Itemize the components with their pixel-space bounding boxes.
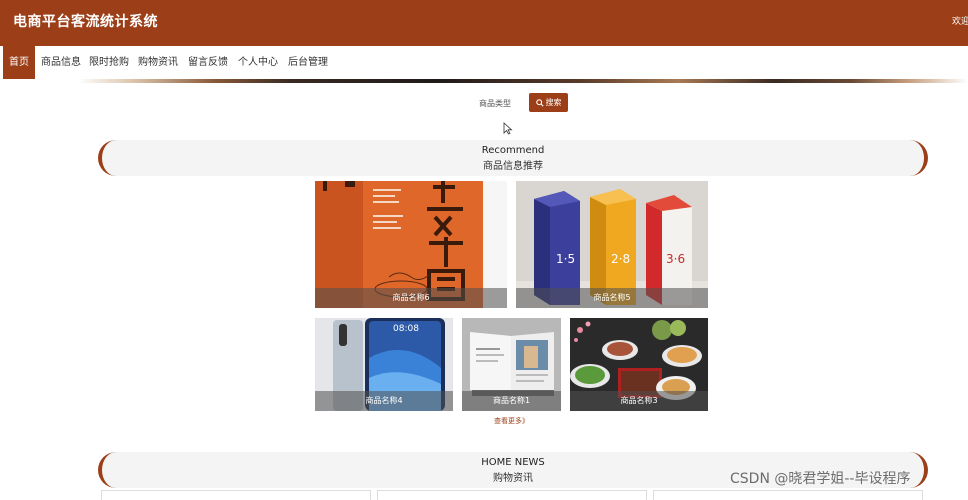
product-card[interactable]: 08:08 商品名称4 <box>315 318 453 411</box>
recommend-title-cn: 商品信息推荐 <box>483 161 543 172</box>
product-name: 商品名称4 <box>315 391 453 411</box>
svg-text:3·6: 3·6 <box>666 252 685 266</box>
search-button[interactable]: 搜索 <box>529 93 568 112</box>
banner-image-edge <box>0 79 968 83</box>
csdn-watermark: CSDN @晓君学姐--毕设程序 <box>730 471 911 487</box>
nav-item-flash-sale[interactable]: 限时抢购 <box>89 46 129 79</box>
search-button-label: 搜索 <box>545 98 562 107</box>
recommend-section-title: Recommend 商品信息推荐 <box>98 140 928 176</box>
news-card[interactable] <box>653 490 923 500</box>
product-name: 商品名称5 <box>516 288 708 308</box>
view-more-link[interactable]: 查看更多》 <box>494 416 529 426</box>
product-card[interactable]: 1·5 2·8 3·6 商品名称5 <box>516 181 708 308</box>
product-card[interactable]: 商品名称3 <box>570 318 708 411</box>
app-title: 电商平台客流统计系统 <box>13 14 158 30</box>
product-name: 商品名称3 <box>570 391 708 411</box>
nav-item-profile[interactable]: 个人中心 <box>238 46 278 79</box>
product-card[interactable]: 商品名称6 <box>315 181 507 308</box>
news-card[interactable] <box>101 490 371 500</box>
product-name: 商品名称6 <box>315 288 507 308</box>
nav-item-feedback[interactable]: 留言反馈 <box>188 46 228 79</box>
news-title-en: HOME NEWS <box>481 457 545 468</box>
nav-item-shopping-news[interactable]: 购物资讯 <box>138 46 178 79</box>
nav-item-admin[interactable]: 后台管理 <box>288 46 328 79</box>
svg-text:08:08: 08:08 <box>393 324 419 334</box>
nav-item-products[interactable]: 商品信息 <box>41 46 81 79</box>
search-icon <box>535 98 544 107</box>
product-name: 商品名称1 <box>462 391 561 411</box>
product-card[interactable]: 商品名称1 <box>462 318 561 411</box>
product-type-label[interactable]: 商品类型 <box>479 98 511 109</box>
recommend-title-en: Recommend <box>481 145 545 156</box>
nav-item-home[interactable]: 首页 <box>3 46 35 79</box>
svg-text:2·8: 2·8 <box>611 252 630 266</box>
top-header: 电商平台客流统计系统 欢迎 <box>0 0 968 46</box>
news-card[interactable] <box>377 490 647 500</box>
welcome-text: 欢迎 <box>952 17 968 27</box>
mouse-cursor-icon <box>503 122 513 135</box>
main-nav: 首页 商品信息 限时抢购 购物资讯 留言反馈 个人中心 后台管理 <box>0 46 968 79</box>
svg-text:1·5: 1·5 <box>556 252 575 266</box>
